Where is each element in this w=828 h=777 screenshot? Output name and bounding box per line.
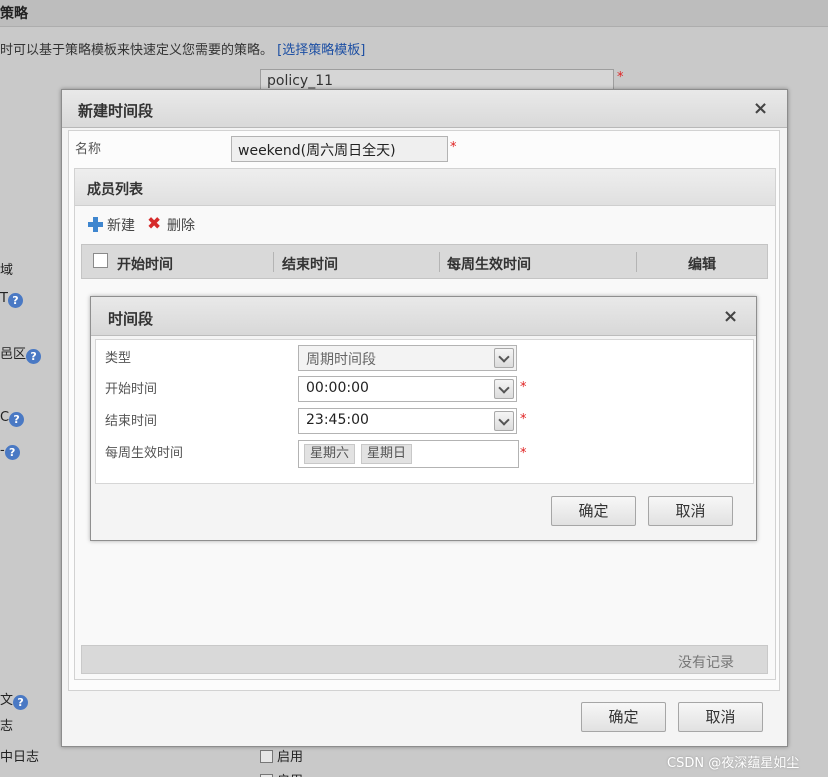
dialog-title: 新建时间段 (78, 102, 154, 120)
end-time-select[interactable]: 23:45:00 (298, 408, 517, 434)
section-header: 策略 (0, 0, 828, 27)
required-mark: * (617, 70, 624, 85)
chevron-down-icon[interactable] (494, 411, 514, 431)
start-time-label: 开始时间 (105, 382, 158, 397)
help-icon[interactable]: ? (13, 695, 29, 710)
required-mark: * (450, 140, 457, 155)
delete-icon: ✖ (147, 214, 162, 234)
enable-checkbox[interactable]: 启用 (260, 746, 303, 765)
bg-label-log: 志 (0, 719, 14, 734)
column-end-time[interactable]: 结束时间 (282, 254, 338, 274)
name-input[interactable]: weekend(周六周日全天) (231, 136, 448, 162)
bg-label-row-2: T? (0, 291, 23, 308)
member-list-header: 成员列表 (75, 169, 775, 206)
weekly-days-input[interactable]: 星期六 星期日 (298, 440, 519, 468)
column-divider (636, 252, 637, 272)
start-time-select[interactable]: 00:00:00 (298, 376, 517, 402)
help-icon[interactable]: ? (26, 349, 42, 364)
description-text: 时可以基于策略模板来快速定义您需要的策略。 (0, 43, 274, 58)
help-icon[interactable]: ? (9, 412, 25, 427)
dialog-titlebar: 时间段 × (91, 297, 756, 336)
member-grid-header: 开始时间 结束时间 每周生效时间 编辑 (81, 244, 768, 279)
checkbox-box[interactable] (260, 750, 273, 763)
bg-label-row-5: -? (0, 443, 20, 460)
chevron-down-icon[interactable] (494, 348, 514, 368)
required-mark: * (520, 380, 527, 395)
end-time-label: 结束时间 (105, 414, 158, 429)
bg-label-row-6: 文? (0, 689, 29, 710)
column-divider (439, 252, 440, 272)
weekly-time-label: 每周生效时间 (105, 446, 184, 461)
day-tag-saturday[interactable]: 星期六 (304, 444, 356, 464)
add-button[interactable]: 新建 (88, 215, 135, 235)
required-mark: * (520, 446, 527, 461)
grid-footer: 没有记录 (81, 645, 768, 674)
type-value: 周期时间段 (306, 352, 376, 368)
checkbox-label: 启用 (277, 750, 304, 765)
bg-label-text: - (0, 443, 5, 458)
column-start-time[interactable]: 开始时间 (117, 254, 173, 274)
section-title: 策略 (0, 6, 28, 22)
enable-checkbox[interactable]: 启用 (260, 770, 303, 777)
column-edit: 编辑 (688, 257, 716, 273)
close-icon[interactable]: × (753, 100, 768, 118)
column-divider (273, 252, 274, 272)
type-label: 类型 (105, 351, 132, 366)
bg-label-text: 文 (0, 693, 14, 708)
bg-label-row-3: 邑区? (0, 343, 42, 364)
add-label: 新建 (107, 218, 135, 234)
delete-label: 删除 (167, 218, 195, 234)
day-tag-sunday[interactable]: 星期日 (361, 444, 413, 464)
close-icon[interactable]: × (723, 308, 738, 326)
column-weekly-time[interactable]: 每周生效时间 (447, 254, 531, 274)
bg-label-row-4: C? (0, 410, 25, 427)
end-time-value: 23:45:00 (306, 412, 369, 428)
chevron-down-icon[interactable] (494, 379, 514, 399)
select-all-checkbox[interactable] (93, 253, 108, 268)
bg-label-text: 邑区 (0, 347, 27, 362)
start-time-value: 00:00:00 (306, 380, 369, 396)
type-select[interactable]: 周期时间段 (298, 345, 517, 371)
cancel-button[interactable]: 取消 (678, 702, 763, 732)
delete-button[interactable]: ✖ 删除 (147, 215, 195, 235)
required-mark: * (520, 412, 527, 427)
member-list-title: 成员列表 (87, 182, 143, 198)
cancel-button[interactable]: 取消 (648, 496, 733, 526)
dialog-titlebar: 新建时间段 × (62, 90, 787, 128)
help-icon[interactable]: ? (4, 445, 20, 460)
watermark: CSDN @夜深蕴星如尘 (667, 756, 800, 771)
bg-label-text: C (0, 410, 10, 425)
bg-label-text: T (0, 291, 8, 306)
help-icon[interactable]: ? (7, 293, 23, 308)
ok-button[interactable]: 确定 (551, 496, 636, 526)
bg-label-hit-log: 中日志 (0, 750, 40, 765)
bg-label-zone: 域 (0, 263, 14, 278)
name-label: 名称 (75, 142, 102, 157)
policy-description: 时可以基于策略模板来快速定义您需要的策略。 [选择策略模板] (0, 39, 365, 58)
select-template-link[interactable]: [选择策略模板] (277, 43, 365, 58)
add-icon (88, 217, 103, 232)
dialog-title: 时间段 (108, 310, 154, 328)
empty-text: 没有记录 (678, 655, 734, 671)
ok-button[interactable]: 确定 (581, 702, 666, 732)
